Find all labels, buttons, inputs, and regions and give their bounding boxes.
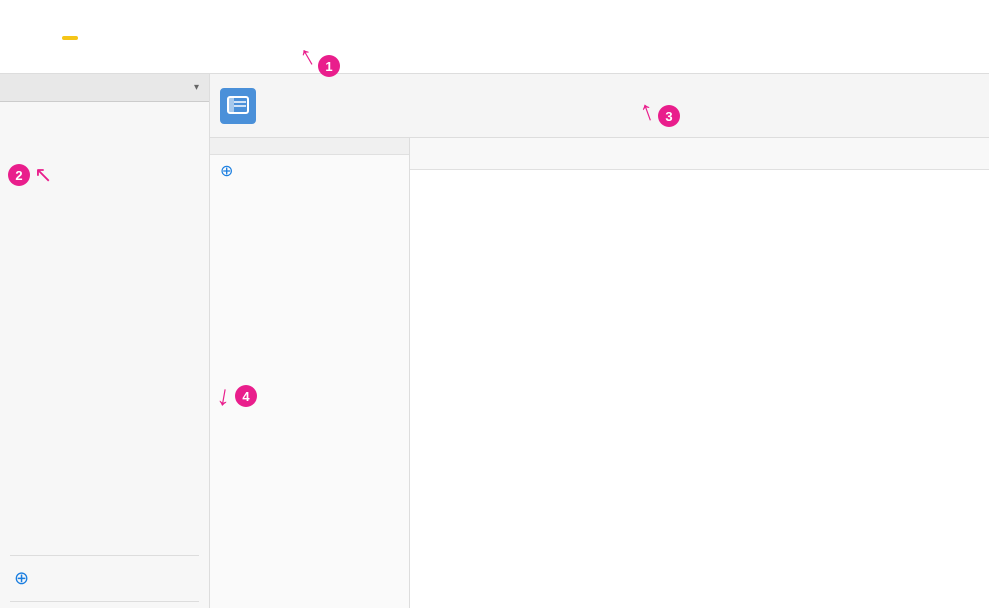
site-icon [220,88,256,124]
file-list-header [210,138,409,155]
code-editor [410,138,989,608]
file-area: ⊕ [210,138,989,608]
site-info [264,105,971,106]
logo-area [10,34,130,40]
sidebar-nav [0,102,209,549]
file-list-panel: ⊕ [210,138,410,608]
new-site-button[interactable]: ⊕ [0,562,209,595]
sidebar-divider-2 [10,601,199,602]
new-file-button[interactable]: ⊕ [210,155,409,187]
site-selector[interactable]: ▾ [0,74,209,102]
sidebar-divider [10,555,199,556]
chevron-down-icon: ▾ [194,82,199,93]
main-layout: ▾ ⊕ [0,74,989,608]
code-content[interactable] [410,170,989,608]
left-sidebar: ▾ ⊕ [0,74,210,608]
code-editor-header [410,138,989,170]
select-plan-button[interactable] [62,36,78,40]
plus-icon: ⊕ [14,568,29,589]
top-bar [0,0,989,74]
content-area: ⊕ [210,74,989,608]
content-toolbar [210,74,989,138]
plus-icon-2: ⊕ [220,161,233,181]
